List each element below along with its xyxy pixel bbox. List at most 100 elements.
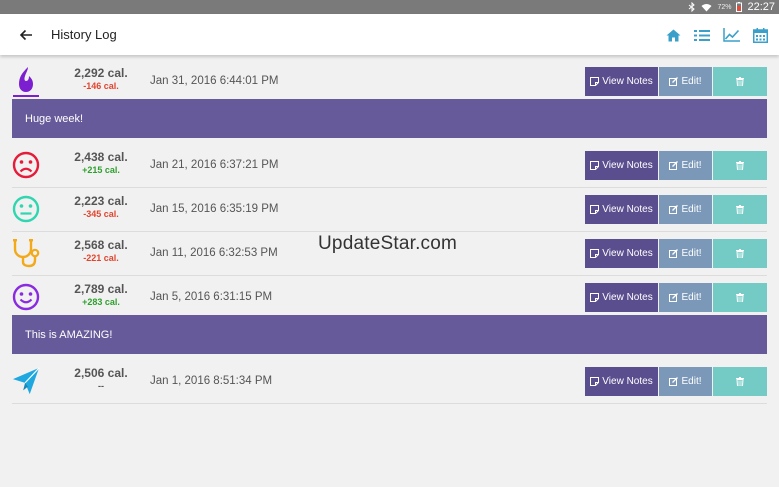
calorie-block: 2,568 cal. -221 cal. (68, 238, 134, 263)
edit-icon (669, 161, 679, 170)
calorie-value: 2,506 cal. (74, 366, 128, 380)
calorie-delta: -- (98, 381, 104, 391)
app-bar: History Log (0, 14, 779, 55)
trash-icon (736, 161, 744, 170)
sad-face-icon (12, 149, 40, 181)
watermark: UpdateStar.com (318, 233, 458, 254)
entry-date: Jan 1, 2016 8:51:34 PM (150, 375, 273, 387)
delete-button[interactable] (713, 151, 767, 180)
bluetooth-icon (689, 2, 696, 12)
calorie-delta: -146 cal. (83, 81, 119, 91)
edit-button[interactable]: Edit! (659, 239, 712, 268)
delete-button[interactable] (713, 367, 767, 396)
entry-actions: View Notes Edit! (585, 367, 767, 396)
calorie-block: 2,506 cal. -- (68, 366, 134, 391)
edit-label: Edit! (681, 376, 702, 387)
view-notes-label: View Notes (602, 160, 653, 171)
entry-actions: View Notes Edit! (585, 283, 767, 312)
view-notes-button[interactable]: View Notes (585, 367, 658, 396)
calorie-delta: -345 cal. (83, 209, 119, 219)
view-notes-button[interactable]: View Notes (585, 67, 658, 96)
calorie-delta: +283 cal. (82, 297, 120, 307)
trash-icon (736, 77, 744, 86)
trash-icon (736, 377, 744, 386)
view-notes-button[interactable]: View Notes (585, 195, 658, 224)
wifi-icon (701, 3, 712, 11)
note-icon (590, 249, 600, 258)
edit-button[interactable]: Edit! (659, 283, 712, 312)
happy-face-icon (12, 281, 40, 313)
delete-button[interactable] (713, 283, 767, 312)
edit-label: Edit! (681, 292, 702, 303)
back-button[interactable] (17, 26, 35, 44)
trash-icon (736, 205, 744, 214)
view-notes-button[interactable]: View Notes (585, 239, 658, 268)
edit-button[interactable]: Edit! (659, 67, 712, 96)
edit-icon (669, 249, 679, 258)
home-icon (666, 29, 680, 41)
edit-button[interactable]: Edit! (659, 367, 712, 396)
calorie-value: 2,292 cal. (74, 66, 128, 80)
battery-icon (736, 2, 743, 12)
entry-date: Jan 11, 2016 6:32:53 PM (150, 247, 278, 259)
note-icon (590, 293, 600, 302)
note-icon (590, 77, 600, 86)
status-bar: 72% 22:27 (0, 0, 779, 14)
history-entry: 2,438 cal. +215 cal. Jan 21, 2016 6:37:2… (12, 144, 767, 188)
view-notes-label: View Notes (602, 76, 653, 87)
calendar-button[interactable] (751, 26, 769, 44)
view-notes-button[interactable]: View Notes (585, 283, 658, 312)
entry-date: Jan 21, 2016 6:37:21 PM (150, 159, 279, 171)
entry-date: Jan 5, 2016 6:31:15 PM (150, 291, 273, 303)
edit-icon (669, 377, 679, 386)
calorie-block: 2,292 cal. -146 cal. (68, 66, 134, 91)
stethoscope-icon (12, 237, 40, 269)
history-entry: 2,292 cal. -146 cal. Jan 31, 2016 6:44:0… (12, 60, 767, 104)
entry-actions: View Notes Edit! (585, 67, 767, 96)
note-icon (590, 377, 600, 386)
status-time: 22:27 (747, 1, 775, 13)
calorie-block: 2,223 cal. -345 cal. (68, 194, 134, 219)
calorie-block: 2,789 cal. +283 cal. (68, 282, 134, 307)
edit-button[interactable]: Edit! (659, 151, 712, 180)
view-notes-label: View Notes (602, 376, 653, 387)
entry-actions: View Notes Edit! (585, 239, 767, 268)
note-banner: This is AMAZING! (12, 315, 767, 354)
view-notes-label: View Notes (602, 204, 653, 215)
note-banner: Huge week! (12, 99, 767, 138)
history-entry: 2,789 cal. +283 cal. Jan 5, 2016 6:31:15… (12, 276, 767, 320)
calorie-value: 2,789 cal. (74, 282, 128, 296)
list-icon (694, 29, 710, 41)
delete-button[interactable] (713, 67, 767, 96)
edit-label: Edit! (681, 248, 702, 259)
edit-button[interactable]: Edit! (659, 195, 712, 224)
history-entry: 2,506 cal. -- Jan 1, 2016 8:51:34 PM Vie… (12, 360, 767, 404)
history-entry: 2,223 cal. -345 cal. Jan 15, 2016 6:35:1… (12, 188, 767, 232)
edit-label: Edit! (681, 76, 702, 87)
trash-icon (736, 249, 744, 258)
chart-icon (722, 28, 740, 42)
delete-button[interactable] (713, 195, 767, 224)
entry-actions: View Notes Edit! (585, 151, 767, 180)
page-title: History Log (51, 27, 117, 42)
view-notes-label: View Notes (602, 248, 653, 259)
note-icon (590, 161, 600, 170)
view-notes-button[interactable]: View Notes (585, 151, 658, 180)
calorie-delta: +215 cal. (82, 165, 120, 175)
delete-button[interactable] (713, 239, 767, 268)
home-button[interactable] (664, 26, 682, 44)
entry-actions: View Notes Edit! (585, 195, 767, 224)
edit-icon (669, 205, 679, 214)
entry-date: Jan 31, 2016 6:44:01 PM (150, 75, 279, 87)
calorie-value: 2,223 cal. (74, 194, 128, 208)
calorie-delta: -221 cal. (83, 253, 119, 263)
note-icon (590, 205, 600, 214)
edit-icon (669, 293, 679, 302)
chart-button[interactable] (722, 26, 740, 44)
app-bar-actions (664, 26, 769, 44)
edit-icon (669, 77, 679, 86)
status-icons: 72% 22:27 (688, 0, 775, 14)
list-button[interactable] (693, 26, 711, 44)
calorie-value: 2,568 cal. (74, 238, 128, 252)
edit-label: Edit! (681, 160, 702, 171)
